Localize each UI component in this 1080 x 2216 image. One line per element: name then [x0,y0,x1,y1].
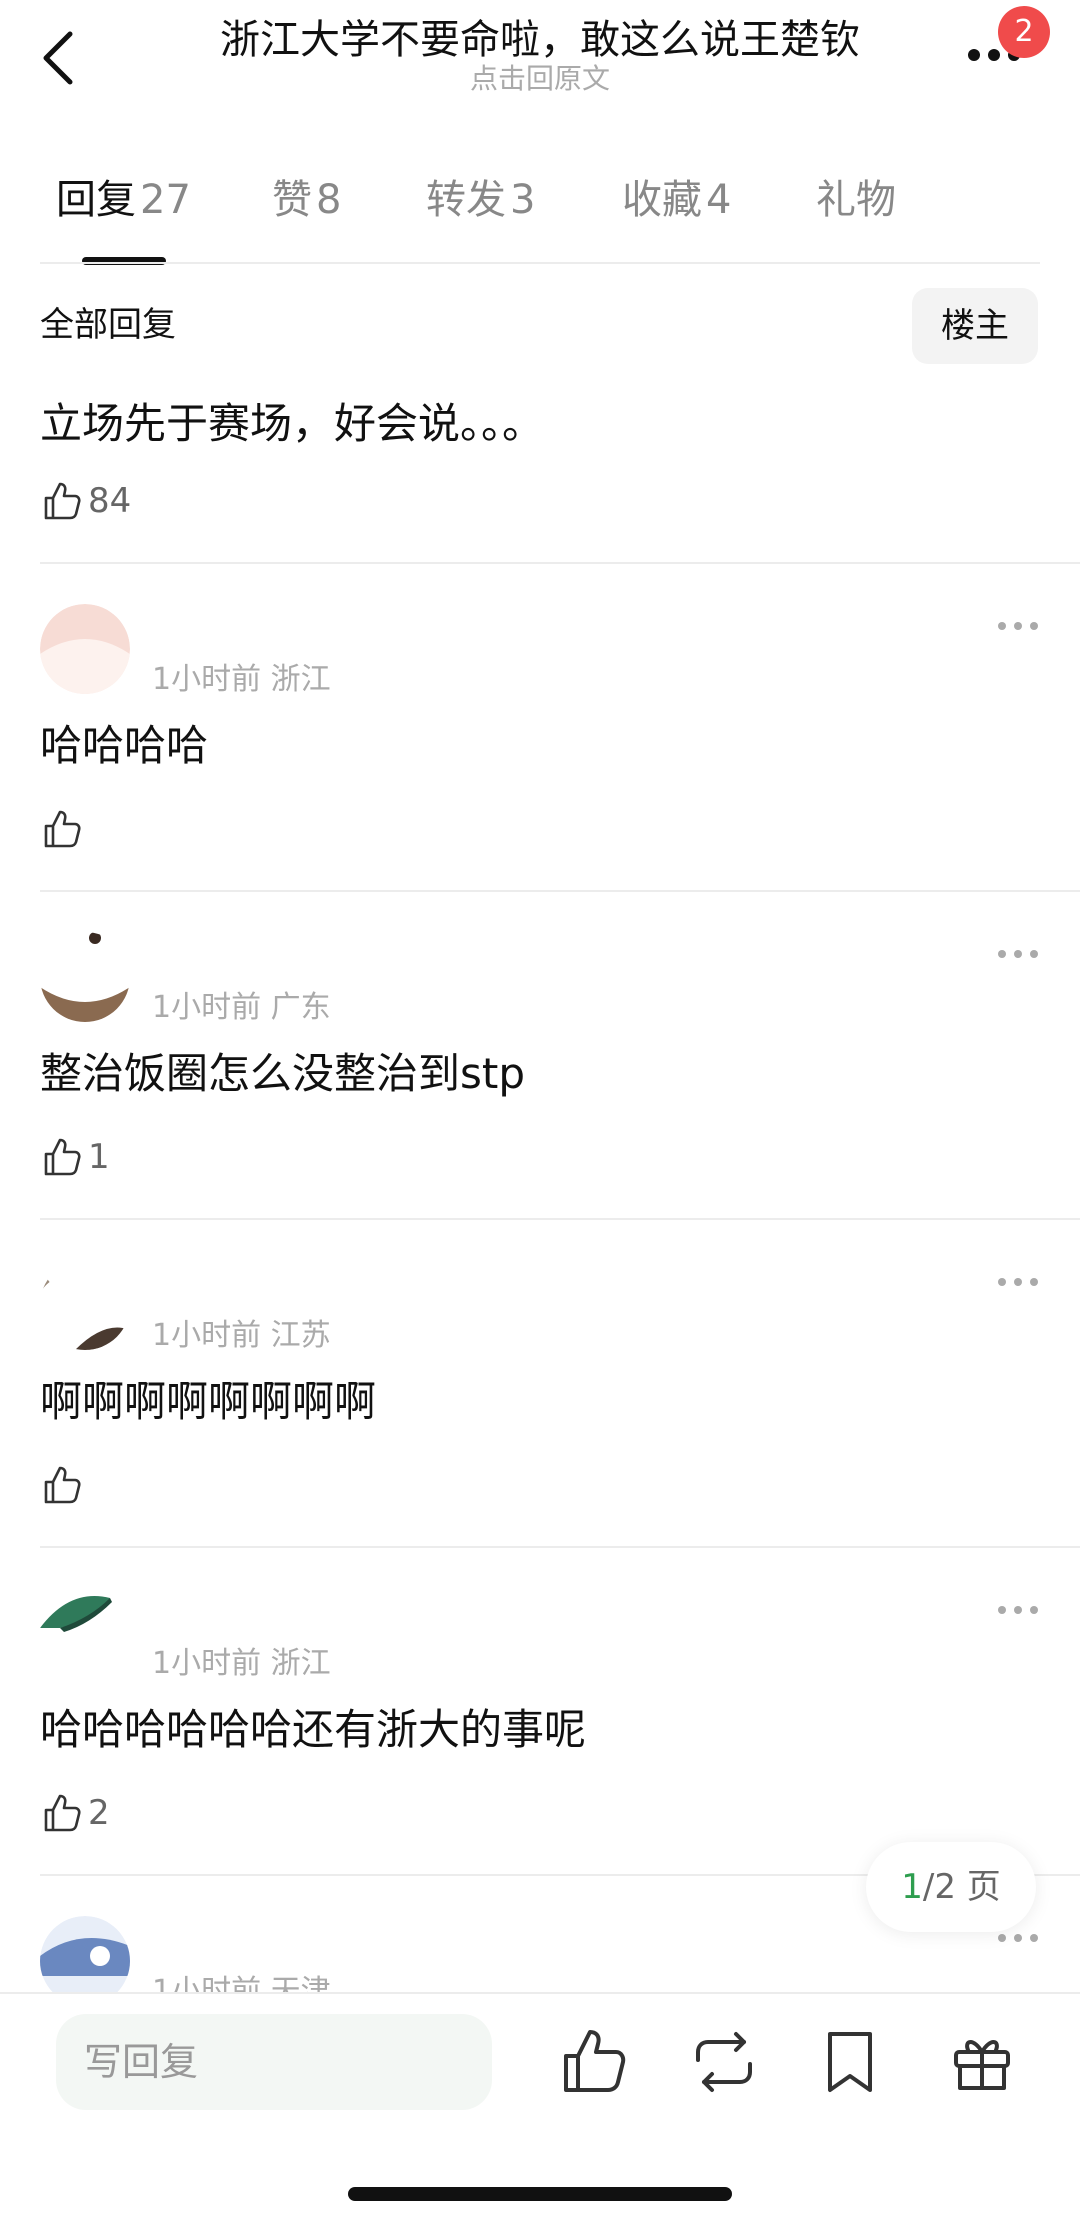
comment-meta: 1小时前 广东 [152,982,331,1026]
comment-item: 1小时前 浙江 哈哈哈哈哈哈还有浙大的事呢 2 [0,1548,1080,1874]
comment-text: 哈哈哈哈哈哈还有浙大的事呢 [40,1705,587,1754]
tab-replies[interactable]: 回复 27 [56,170,191,230]
comment-item: 1小时前 江苏 啊啊啊啊啊啊啊啊 [0,1220,1080,1546]
tab-count: 8 [316,177,342,223]
avatar[interactable] [40,1588,130,1678]
thumbs-up-icon [44,1466,81,1504]
comment-like-button[interactable] [40,1460,88,1510]
bookmark-icon[interactable] [812,2024,888,2100]
more-dots-icon[interactable] [996,1932,1040,1944]
thumbs-up-icon [44,1138,81,1176]
post-like-button[interactable]: 84 [40,476,131,526]
owner-only-button[interactable]: 楼主 [912,288,1038,364]
tab-label: 礼物 [816,177,896,223]
tab-label: 转发 [426,177,506,223]
comment-like-button[interactable]: 1 [40,1132,110,1182]
tabs-divider [40,262,1040,264]
gift-icon[interactable] [944,2024,1020,2100]
post-title: 浙江大学不要命啦，敢这么说王楚钦 [220,17,860,63]
top-nav-bar: 浙江大学不要命啦，敢这么说王楚钦 点击回原文 2 [0,0,1080,120]
comment-location: 广东 [270,990,331,1025]
tab-gifts[interactable]: 礼物 [816,170,896,230]
like-count: 2 [88,1793,110,1833]
tab-count: 27 [140,177,191,223]
notification-badge: 2 [998,6,1050,58]
title-block[interactable]: 浙江大学不要命啦，敢这么说王楚钦 点击回原文 [160,14,920,96]
comment-meta: 1小时前 天津 [152,1966,331,1992]
more-dots-icon[interactable] [996,1604,1040,1616]
avatar[interactable] [40,932,130,1022]
tab-likes[interactable]: 赞8 [272,170,341,230]
thumbs-up-icon [44,1794,81,1832]
current-page: 1 [901,1867,923,1907]
bottom-action-bar: 写回复 [0,1992,1080,2216]
comment-time: 1小时前 [152,1974,262,1992]
reply-input[interactable]: 写回复 [56,2014,492,2110]
detail-tabs: 回复 27 赞8 转发 3 收藏 4 礼物 [56,170,1036,240]
repost-icon[interactable] [686,2024,762,2100]
comment-location: 浙江 [270,662,331,697]
pagination-indicator[interactable]: 1/2 页 [866,1842,1036,1932]
comment-location: 天津 [270,1974,331,1992]
comment-like-button[interactable]: 2 [40,1788,110,1838]
comment-text: 哈哈哈哈 [40,721,209,770]
all-replies-heading: 全部回复 [40,305,176,345]
comment-item: 1小时前 广东 整治饭圈怎么没整治到stp 1 [0,892,1080,1218]
comment-text: 啊啊啊啊啊啊啊啊 [40,1377,377,1426]
home-indicator [348,2187,732,2201]
tab-label: 收藏 [622,177,702,223]
comment-time: 1小时前 [152,1318,262,1353]
more-dots-icon[interactable] [996,948,1040,960]
page-total: /2 页 [922,1867,1001,1907]
tab-reposts[interactable]: 转发 3 [426,170,535,230]
avatar[interactable] [40,1260,130,1350]
more-dots-icon[interactable] [996,1276,1040,1288]
tab-favorites[interactable]: 收藏 4 [622,170,731,230]
comment-like-button[interactable] [40,804,88,854]
post-reply-text: 立场先于赛场，好会说。。。 [40,399,545,448]
comment-meta: 1小时前 浙江 [152,1638,331,1682]
comment-item: 1小时前 浙江 哈哈哈哈 [0,564,1080,890]
comment-time: 1小时前 [152,990,262,1025]
comment-time: 1小时前 [152,1646,262,1681]
avatar[interactable] [40,1916,130,1992]
thumbs-up-icon [44,810,81,848]
tab-label: 回复 [56,177,136,223]
avatar[interactable] [40,604,130,694]
comment-location: 江苏 [270,1318,331,1353]
comment-meta: 1小时前 江苏 [152,1310,331,1354]
comment-location: 浙江 [270,1646,331,1681]
more-dots-icon[interactable] [996,620,1040,632]
thumbs-up-icon [44,482,81,520]
comment-meta: 1小时前 浙江 [152,654,331,698]
tab-count: 4 [706,177,732,223]
comment-text: 整治饭圈怎么没整治到stp [40,1049,526,1098]
comment-time: 1小时前 [152,662,262,697]
like-count: 1 [88,1137,110,1177]
back-chevron-icon[interactable] [38,28,78,88]
thumbs-up-icon[interactable] [556,2024,632,2100]
back-to-original-link[interactable]: 点击回原文 [160,62,920,96]
tab-label: 赞 [272,177,312,223]
tab-count: 3 [510,177,536,223]
like-count: 84 [88,481,132,521]
